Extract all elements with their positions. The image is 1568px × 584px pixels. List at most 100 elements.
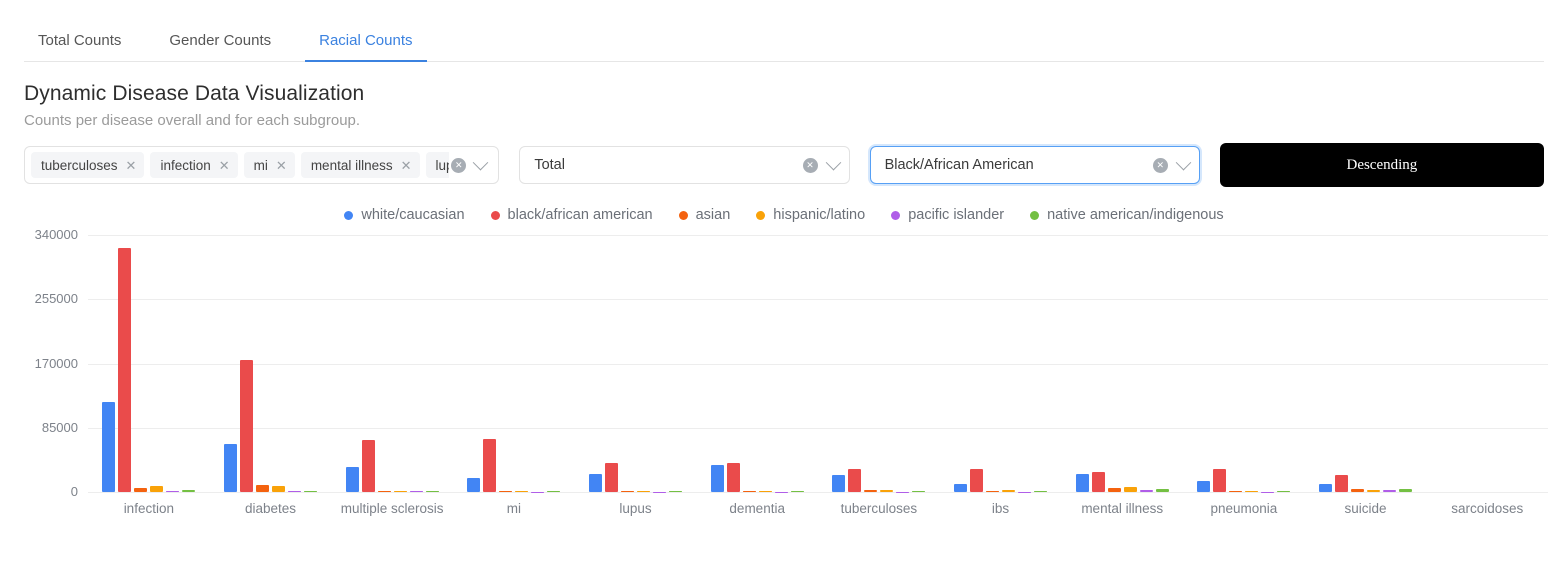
bar[interactable] [1245, 490, 1259, 492]
tab-bar: Total Counts Gender Counts Racial Counts [0, 0, 1568, 62]
tab-gender-counts[interactable]: Gender Counts [155, 32, 285, 62]
bar[interactable] [409, 491, 423, 492]
metric-select[interactable]: Total ✕ [519, 146, 850, 184]
bar[interactable] [288, 490, 301, 492]
bar[interactable] [393, 490, 407, 492]
bar[interactable] [621, 490, 635, 492]
bar[interactable] [166, 490, 180, 492]
bar[interactable] [1034, 491, 1048, 492]
close-icon[interactable]: ✕ [219, 159, 230, 172]
bar-group [1061, 235, 1183, 492]
bar[interactable] [1351, 488, 1365, 492]
bar[interactable] [710, 464, 724, 492]
sort-direction-button[interactable]: Descending [1219, 143, 1544, 187]
x-axis-label: lupus [619, 501, 652, 516]
bar[interactable] [1335, 475, 1349, 492]
bar[interactable] [970, 469, 984, 492]
bar[interactable] [758, 490, 772, 492]
legend-item[interactable]: pacific islander [891, 207, 1004, 223]
bar[interactable] [345, 467, 359, 492]
bar-group [818, 235, 940, 492]
bar[interactable] [848, 469, 862, 492]
bar[interactable] [304, 490, 317, 492]
bar[interactable] [1002, 490, 1016, 492]
bar[interactable] [1139, 489, 1153, 492]
bar[interactable] [790, 491, 804, 492]
tab-total-counts[interactable]: Total Counts [24, 32, 135, 62]
bar[interactable] [272, 485, 285, 492]
clear-circle-icon[interactable]: ✕ [802, 157, 818, 173]
bar[interactable] [1229, 490, 1243, 492]
legend-item[interactable]: black/african american [490, 207, 653, 223]
tab-racial-counts[interactable]: Racial Counts [305, 32, 427, 62]
tab-label: Total Counts [38, 32, 122, 49]
bar[interactable] [589, 473, 603, 492]
bar[interactable] [726, 463, 740, 492]
bar[interactable] [224, 444, 237, 492]
chip-label: lup [435, 157, 450, 173]
bar[interactable] [986, 490, 1000, 492]
bar[interactable] [1107, 488, 1121, 492]
bar[interactable] [118, 247, 132, 492]
subgroup-select[interactable]: Black/African American ✕ [869, 146, 1200, 184]
close-icon[interactable]: ✕ [276, 159, 287, 172]
bar[interactable] [1091, 472, 1105, 492]
bar[interactable] [361, 439, 375, 492]
bar[interactable] [1367, 489, 1381, 492]
bar[interactable] [637, 490, 651, 492]
legend-color-dot [756, 210, 766, 220]
legend-item[interactable]: white/caucasian [344, 207, 465, 223]
clear-circle-icon[interactable]: ✕ [451, 157, 467, 173]
bar[interactable] [1197, 481, 1211, 492]
chevron-down-icon[interactable] [825, 154, 841, 170]
disease-chip[interactable]: mental illness ✕ [300, 152, 420, 178]
disease-multiselect[interactable]: tuberculoses ✕ infection ✕ mi ✕ mental i… [24, 146, 500, 184]
bar[interactable] [102, 402, 116, 492]
bar[interactable] [1213, 469, 1227, 492]
legend-item[interactable]: hispanic/latino [756, 207, 865, 223]
bar[interactable] [880, 490, 894, 492]
bar[interactable] [134, 488, 148, 492]
bar[interactable] [547, 491, 561, 492]
bar[interactable] [1319, 483, 1333, 492]
bar[interactable] [742, 490, 756, 492]
bar[interactable] [1123, 487, 1137, 492]
bar[interactable] [1155, 489, 1169, 492]
bar[interactable] [240, 359, 253, 492]
bar[interactable] [1075, 473, 1089, 492]
bar[interactable] [1399, 489, 1413, 492]
bar[interactable] [256, 485, 269, 492]
bar[interactable] [1277, 491, 1291, 492]
legend-item[interactable]: native american/indigenous [1030, 207, 1224, 223]
bar[interactable] [669, 491, 683, 492]
disease-chip[interactable]: lup [425, 152, 450, 178]
disease-chip[interactable]: mi ✕ [243, 152, 295, 178]
bar[interactable] [515, 490, 529, 492]
disease-chip[interactable]: tuberculoses ✕ [31, 152, 145, 178]
bar[interactable] [483, 439, 497, 492]
legend-item[interactable]: asian [678, 207, 730, 223]
x-axis-label: infection [123, 501, 174, 516]
bar[interactable] [954, 483, 968, 492]
chevron-down-icon[interactable] [473, 154, 489, 170]
bar[interactable] [150, 485, 164, 492]
tab-label: Gender Counts [169, 32, 272, 49]
bar[interactable] [377, 490, 391, 492]
bar[interactable] [832, 475, 846, 492]
chevron-down-icon[interactable] [1175, 154, 1192, 170]
bar[interactable] [182, 489, 196, 492]
close-icon[interactable]: ✕ [401, 159, 412, 172]
metric-select-tools: ✕ [802, 154, 841, 173]
bar[interactable] [467, 477, 481, 492]
bar[interactable] [425, 491, 439, 492]
bar[interactable] [864, 490, 878, 492]
bar[interactable] [605, 463, 619, 492]
bar-group [575, 235, 697, 492]
bar[interactable] [912, 491, 926, 492]
bar[interactable] [499, 490, 513, 492]
close-icon[interactable]: ✕ [126, 159, 137, 172]
clear-circle-icon[interactable]: ✕ [1152, 157, 1168, 173]
bar[interactable] [1383, 490, 1397, 492]
disease-chip[interactable]: infection ✕ [150, 152, 238, 178]
x-axis-label: pneumonia [1210, 501, 1278, 516]
